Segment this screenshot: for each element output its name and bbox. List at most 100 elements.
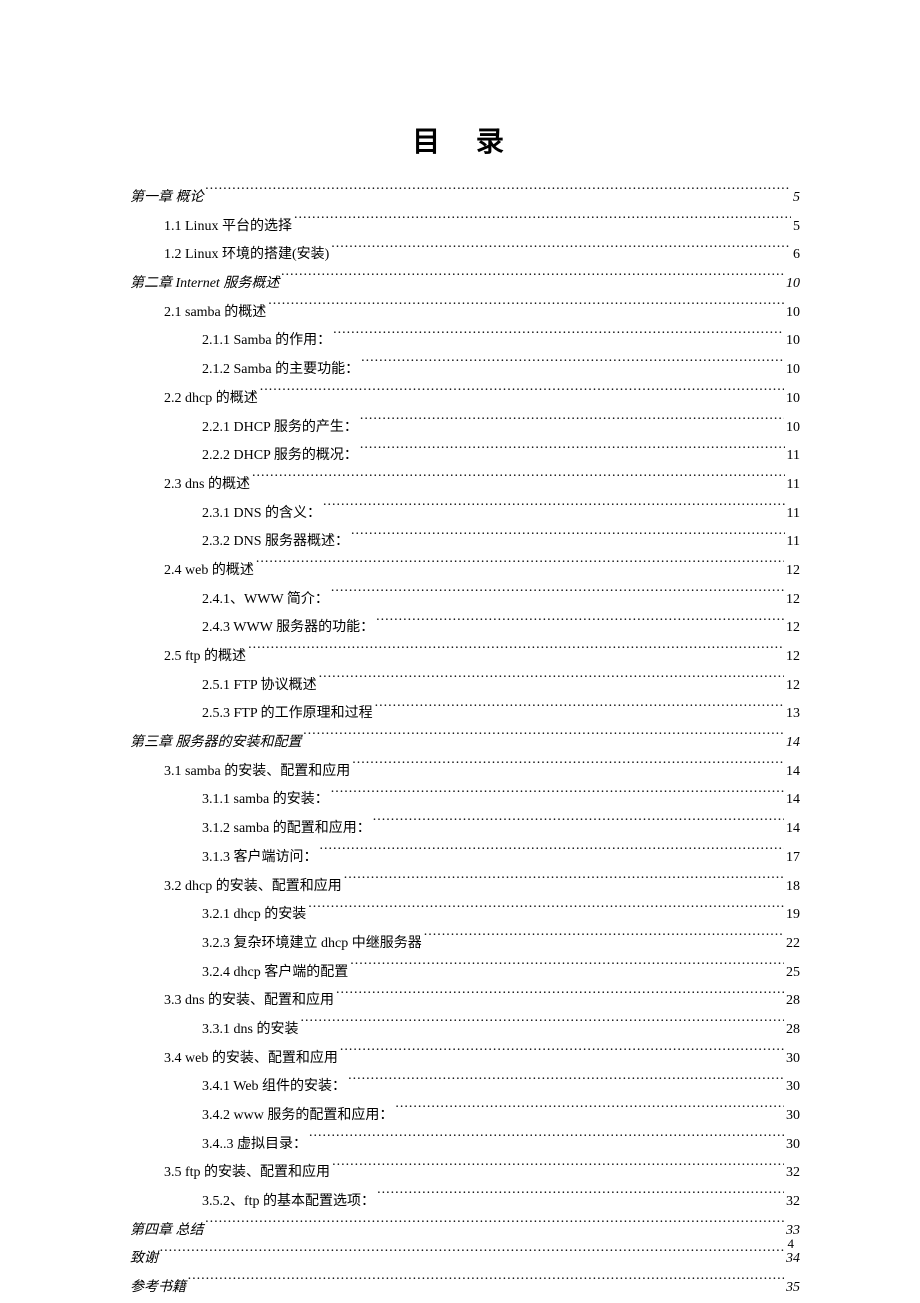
- toc-entry-label: 1.2 Linux 环境的搭建(安装): [164, 241, 329, 270]
- toc-leader-dots: [206, 1220, 785, 1234]
- toc-entry-page: 13: [786, 700, 800, 729]
- toc-entry-label: 2.2 dhcp 的概述: [164, 385, 258, 414]
- toc-leader-dots: [320, 847, 785, 861]
- toc-entry-page: 5: [793, 213, 800, 242]
- toc-leader-dots: [294, 216, 791, 230]
- toc-entry: 3.4..3 虚拟目录：30: [130, 1131, 800, 1160]
- toc-entry-label: 2.2.1 DHCP 服务的产生：: [202, 414, 358, 443]
- toc-entry-label: 第四章 总结: [130, 1217, 204, 1246]
- toc-entry-page: 30: [786, 1102, 800, 1131]
- toc-entry-page: 35: [786, 1274, 800, 1303]
- toc-entry-page: 12: [786, 586, 800, 615]
- toc-title: 目 录: [130, 120, 800, 160]
- toc-entry-label: 2.2.2 DHCP 服务的概况：: [202, 442, 358, 471]
- toc-entry-label: 2.5 ftp 的概述: [164, 643, 246, 672]
- toc-entry: 第四章 总结33: [130, 1217, 800, 1246]
- toc-leader-dots: [377, 1191, 784, 1205]
- toc-entry-page: 12: [786, 643, 800, 672]
- toc-entry-label: 3.5 ftp 的安装、配置和应用: [164, 1159, 330, 1188]
- toc-entry: 2.3.2 DNS 服务器概述：11: [130, 528, 800, 557]
- toc-entry-page: 32: [786, 1188, 800, 1217]
- toc-entry: 1.1 Linux 平台的选择 5: [130, 213, 800, 242]
- toc-entry-page: 10: [786, 356, 800, 385]
- toc-entry-label: 2.4.1、WWW 简介：: [202, 586, 329, 615]
- toc-entry: 3.4.1 Web 组件的安装：30: [130, 1073, 800, 1102]
- toc-entry-label: 3.2 dhcp 的安装、配置和应用: [164, 873, 342, 902]
- toc-entry-page: 30: [786, 1045, 800, 1074]
- toc-leader-dots: [248, 646, 784, 660]
- toc-entry-page: 10: [786, 385, 800, 414]
- toc-entry-label: 3.5.2、ftp 的基本配置选项：: [202, 1188, 375, 1217]
- toc-entry-page: 22: [786, 930, 800, 959]
- toc-entry-page: 12: [786, 557, 800, 586]
- toc-leader-dots: [340, 1048, 784, 1062]
- toc-entry-label: 3.3 dns 的安装、配置和应用: [164, 987, 334, 1016]
- toc-entry: 2.2.2 DHCP 服务的概况： 11: [130, 442, 800, 471]
- toc-entry: 1.2 Linux 环境的搭建(安装)6: [130, 241, 800, 270]
- toc-entry: 2.4.1、WWW 简介： 12: [130, 586, 800, 615]
- toc-entry: 3.2.4 dhcp 客户端的配置25: [130, 959, 800, 988]
- toc-entry-label: 3.2.1 dhcp 的安装: [202, 901, 306, 930]
- toc-leader-dots: [268, 302, 784, 316]
- toc-entry-label: 2.1.2 Samba 的主要功能：: [202, 356, 359, 385]
- toc-entry-page: 10: [786, 270, 800, 299]
- toc-leader-dots: [319, 675, 784, 689]
- document-page: 目 录 第一章 概论51.1 Linux 平台的选择51.2 Linux 环境的…: [0, 0, 920, 1303]
- toc-entry: 第一章 概论5: [130, 184, 800, 213]
- toc-entry: 3.1.2 samba 的配置和应用：14: [130, 815, 800, 844]
- toc-entry-page: 10: [786, 414, 800, 443]
- toc-entry-page: 18: [786, 873, 800, 902]
- toc-leader-dots: [344, 876, 784, 890]
- toc-entry-label: 第三章 服务器的安装和配置: [130, 729, 302, 758]
- toc-entry: 3.2.1 dhcp 的安装19: [130, 901, 800, 930]
- toc-entry-page: 11: [787, 528, 800, 557]
- toc-entry-page: 28: [786, 987, 800, 1016]
- toc-entry-page: 14: [786, 758, 800, 787]
- toc-leader-dots: [252, 474, 785, 488]
- toc-entry-page: 11: [787, 500, 800, 529]
- toc-leader-dots: [376, 617, 784, 631]
- toc-leader-dots: [188, 1277, 784, 1291]
- toc-leader-dots: [424, 933, 784, 947]
- toc-entry-label: 1.1 Linux 平台的选择: [164, 213, 292, 242]
- toc-leader-dots: [360, 445, 785, 459]
- toc-entry: 3.4.2 www 服务的配置和应用： 30: [130, 1102, 800, 1131]
- toc-entry-page: 12: [786, 614, 800, 643]
- toc-entry-page: 17: [786, 844, 800, 873]
- toc-entry-page: 5: [793, 184, 800, 213]
- toc-entry: 3.3 dns 的安装、配置和应用 28: [130, 987, 800, 1016]
- toc-entry-label: 2.1 samba 的概述: [164, 299, 266, 328]
- toc-entry-label: 3.1.1 samba 的安装：: [202, 786, 329, 815]
- toc-entry-label: 3.4.2 www 服务的配置和应用：: [202, 1102, 393, 1131]
- toc-entry-label: 3.4 web 的安装、配置和应用: [164, 1045, 338, 1074]
- toc-entry: 2.3 dns 的概述11: [130, 471, 800, 500]
- toc-entry-page: 11: [787, 442, 800, 471]
- toc-leader-dots: [373, 818, 784, 832]
- toc-leader-dots: [281, 273, 784, 287]
- toc-entry: 2.4.3 WWW 服务器的功能： 12: [130, 614, 800, 643]
- toc-entry: 2.4 web 的概述12: [130, 557, 800, 586]
- toc-entry: 3.3.1 dns 的安装 28: [130, 1016, 800, 1045]
- page-number: 4: [788, 1236, 795, 1252]
- toc-entry: 2.1 samba 的概述10: [130, 299, 800, 328]
- toc-entry: 第三章 服务器的安装和配置14: [130, 729, 800, 758]
- toc-entry-page: 28: [786, 1016, 800, 1045]
- toc-entry: 3.1 samba 的安装、配置和应用14: [130, 758, 800, 787]
- toc-leader-dots: [308, 904, 784, 918]
- toc-entry-label: 3.4.1 Web 组件的安装：: [202, 1073, 346, 1102]
- toc-entry-page: 32: [786, 1159, 800, 1188]
- toc-entry: 2.1.2 Samba 的主要功能： 10: [130, 356, 800, 385]
- toc-leader-dots: [332, 1162, 784, 1176]
- toc-entry-page: 30: [786, 1131, 800, 1160]
- toc-entry-label: 3.3.1 dns 的安装: [202, 1016, 298, 1045]
- toc-entry-label: 3.2.4 dhcp 客户端的配置: [202, 959, 348, 988]
- toc-leader-dots: [309, 1134, 784, 1148]
- toc-leader-dots: [395, 1105, 784, 1119]
- toc-leader-dots: [331, 244, 791, 258]
- toc-leader-dots: [206, 187, 792, 201]
- toc-entry-label: 2.1.1 Samba 的作用：: [202, 327, 331, 356]
- toc-entry: 3.1.1 samba 的安装：14: [130, 786, 800, 815]
- toc-entry-label: 2.4.3 WWW 服务器的功能：: [202, 614, 374, 643]
- toc-entry-label: 2.3 dns 的概述: [164, 471, 250, 500]
- toc-leader-dots: [375, 703, 784, 717]
